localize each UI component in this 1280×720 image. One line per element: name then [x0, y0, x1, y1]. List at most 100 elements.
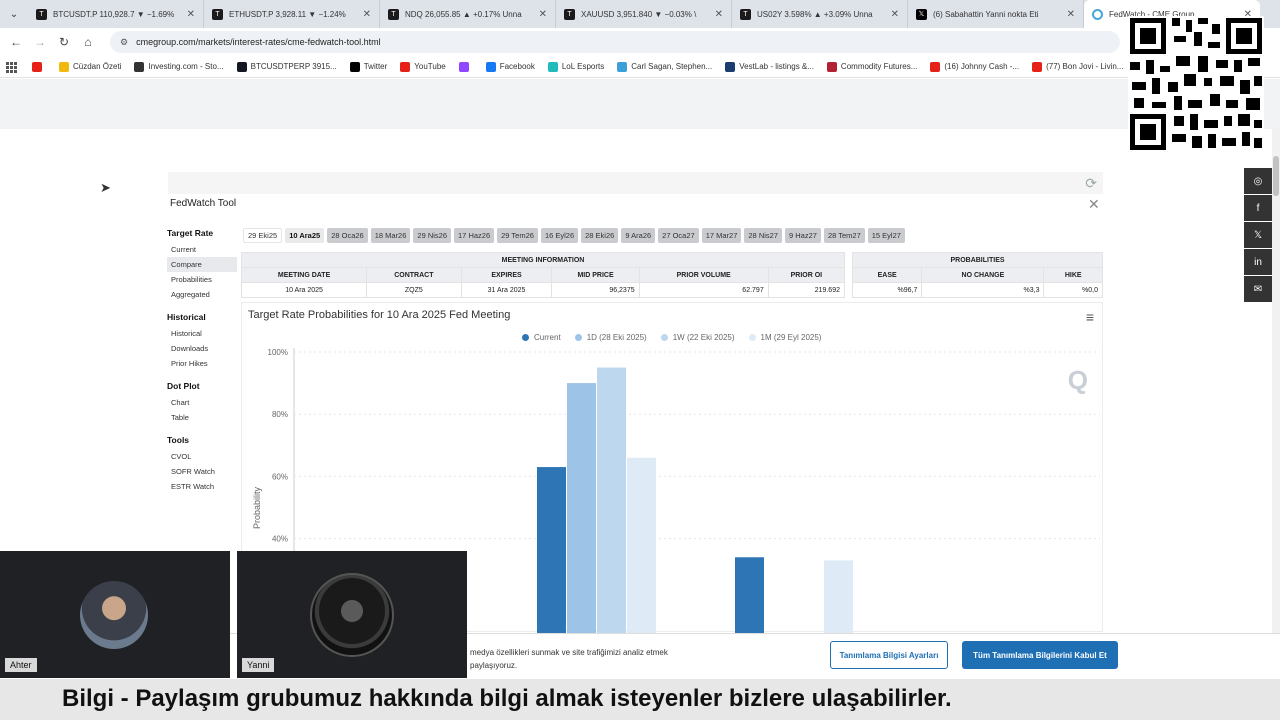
mail-icon[interactable]: ✉ — [1244, 276, 1272, 302]
bookmark-item[interactable] — [32, 61, 46, 72]
date-tab[interactable]: 17 Mar27 — [701, 228, 742, 243]
close-icon[interactable]: ✕ — [187, 9, 195, 20]
sidebar-item[interactable]: CVOL — [167, 449, 237, 464]
sidebar-item[interactable]: Historical — [167, 326, 237, 341]
sidebar-item[interactable]: Probabilities — [167, 272, 237, 287]
sidebar-item[interactable]: SOFR Watch — [167, 464, 237, 479]
cookie-settings-button[interactable]: Tanımlama Bilgisi Ayarları — [830, 641, 948, 669]
sidebar-item[interactable]: Current — [167, 242, 237, 257]
accept-all-cookies-button[interactable]: Tüm Tanımlama Bilgilerini Kabul Et — [962, 641, 1118, 669]
date-tab[interactable]: 15 Eyl27 — [867, 228, 905, 243]
browser-tab[interactable]: T XAUUSD 3,951.840 ▼ −0.03% \ ✕ — [556, 0, 732, 28]
close-icon[interactable]: ✕ — [891, 9, 899, 20]
sidebar-item[interactable]: Aggregated — [167, 287, 237, 302]
sidebar-item[interactable]: Chart — [167, 395, 237, 410]
tab-title: XAUUSD 3,951.840 ▼ −0.03% \ — [581, 9, 697, 19]
flag-icon — [826, 61, 837, 72]
table-header-cell: EXPIRES — [460, 267, 553, 283]
date-tab[interactable]: 9 Haz27 — [785, 228, 821, 243]
sidebar-item[interactable]: Downloads — [167, 341, 237, 356]
bookmark-item[interactable] — [458, 61, 473, 72]
table-cell: 219.692 — [767, 282, 846, 298]
bookmark-label: BTCUSDTPERP 3915... — [250, 62, 337, 71]
bookmark-item[interactable]: (16) Johnny Cash -... — [930, 61, 1019, 72]
sidebar-item[interactable]: Table — [167, 410, 237, 425]
forward-icon[interactable]: → — [28, 35, 52, 49]
bookmark-label: LoL Esports — [561, 62, 605, 71]
date-tab[interactable]: 27 Oca27 — [658, 228, 699, 243]
sidebar-item[interactable]: Compare — [167, 257, 237, 272]
y-tick-label: 100% — [268, 348, 288, 357]
fedwatch-header-bar: ⟳ — [168, 172, 1103, 194]
sidebar-heading: Tools — [167, 435, 190, 445]
close-icon[interactable]: ✕ — [715, 9, 723, 20]
address-bar[interactable]: ⚙ cmegroup.com/markets/interest-rates/cm… — [110, 31, 1120, 53]
bookmark-item[interactable]: Investing.com - Sto... — [134, 61, 224, 72]
bookmark-item[interactable]: YouTube — [400, 61, 446, 72]
date-tab[interactable]: 16 Eyl26 — [540, 228, 579, 243]
close-icon[interactable]: ✕ — [363, 9, 371, 20]
investing-icon — [134, 61, 145, 72]
scrollbar-thumb[interactable] — [1273, 156, 1279, 196]
sidebar-item[interactable]: ESTR Watch — [167, 479, 237, 494]
table-cell: ZQZ5 — [366, 282, 462, 298]
date-tab[interactable]: 18 Mar26 — [370, 228, 411, 243]
share-bar: ◎ f 𝕏 in ✉ — [1244, 168, 1272, 303]
browser-tab[interactable]: T NDQ 26,055.85 ▲ +0.17% Unna ✕ — [380, 0, 556, 28]
date-tab[interactable]: 29 Nis26 — [413, 228, 452, 243]
date-tab[interactable]: 28 Nis27 — [744, 228, 782, 243]
table-header-cell: HIKE — [1043, 267, 1103, 283]
sidebar-item[interactable]: Prior Hikes — [167, 356, 237, 371]
cme-icon — [1092, 8, 1103, 20]
back-icon[interactable]: ← — [4, 35, 28, 49]
x-icon: 𝕏 — [916, 8, 927, 20]
bookmark-item[interactable]: Twitter — [349, 61, 387, 72]
whatsapp-icon[interactable]: ◎ — [1244, 168, 1272, 194]
video-tile: Yanni — [237, 551, 467, 678]
date-tab[interactable]: 28 Oca26 — [327, 228, 368, 243]
browser-tab[interactable]: T ETHUSDT.P 3,928.11 ▼ −1.24% ✕ — [204, 0, 380, 28]
home-icon[interactable]: ⌂ — [76, 35, 100, 49]
bookmark-label: Cüzdan Özeti — [73, 62, 122, 71]
table-header-cell: PRIOR OI — [767, 267, 846, 283]
fedwatch-title: FedWatch Tool — [170, 198, 237, 209]
date-tab[interactable]: 17 Haz26 — [454, 228, 495, 243]
bookmark-item[interactable]: VestLab - listings &... — [725, 61, 814, 72]
date-tab[interactable]: 10 Ara25 — [285, 228, 325, 243]
date-tab[interactable]: 9 Ara26 — [621, 228, 656, 243]
date-tab[interactable]: 28 Eki26 — [581, 228, 619, 243]
site-info-icon[interactable]: ⚙ — [120, 37, 128, 48]
apps-grid-icon[interactable] — [6, 61, 17, 73]
close-icon[interactable]: ✕ — [1088, 196, 1100, 213]
date-tab[interactable]: 28 Tem27 — [823, 228, 865, 243]
caption-banner: Bilgi - Paylaşım grubumuz hakkında bilgi… — [0, 679, 1280, 720]
bookmark-item[interactable]: BTCUSDTPERP 3915... — [236, 61, 337, 72]
browser-tab[interactable]: 𝕏 (6) Sabahattin Yanni nokta Eti ✕ — [908, 0, 1084, 28]
date-tab[interactable]: 29 Tem26 — [497, 228, 538, 243]
sidebar-heading: Historical — [167, 312, 206, 322]
browser-tab[interactable]: T BTCUSDT.P 110,928.7 ▼ −1.69% ✕ — [28, 0, 204, 28]
bookmark-item[interactable]: Cüzdan Özeti — [59, 61, 122, 72]
qr-code — [1128, 16, 1264, 152]
tab-title: US02Y 3.598% ▲ +3.09% Unna — [757, 9, 873, 19]
table-cell: %96,7 — [851, 282, 923, 298]
bookmark-item[interactable]: LoL Esports — [547, 61, 605, 72]
browser-tab[interactable]: T US02Y 3.598% ▲ +3.09% Unna ✕ — [732, 0, 908, 28]
youtube-icon — [1032, 61, 1043, 72]
reload-icon[interactable]: ↻ — [52, 35, 76, 49]
bookmark-item[interactable]: (77) Bon Jovi - Livin... — [1032, 61, 1123, 72]
linkedin-icon[interactable]: in — [1244, 249, 1272, 275]
table-cell: 10 Ara 2025 — [240, 282, 368, 298]
bookmark-item[interactable]: Commodity Futures... — [826, 61, 917, 72]
vestlab-icon — [725, 61, 736, 72]
y-tick-label: 60% — [272, 472, 288, 481]
close-icon[interactable]: ✕ — [539, 9, 547, 20]
bookmark-item[interactable]: Carl Sagan, Stephen... — [617, 61, 712, 72]
tab-search-button[interactable]: ⌄ — [0, 0, 28, 28]
bookmark-item[interactable]: Facebook — [485, 61, 535, 72]
x-icon[interactable]: 𝕏 — [1244, 222, 1272, 248]
date-tab[interactable]: 29 Eki25 — [243, 228, 283, 243]
facebook-icon[interactable]: f — [1244, 195, 1272, 221]
refresh-icon[interactable]: ⟳ — [1085, 175, 1097, 192]
close-icon[interactable]: ✕ — [1067, 9, 1075, 20]
